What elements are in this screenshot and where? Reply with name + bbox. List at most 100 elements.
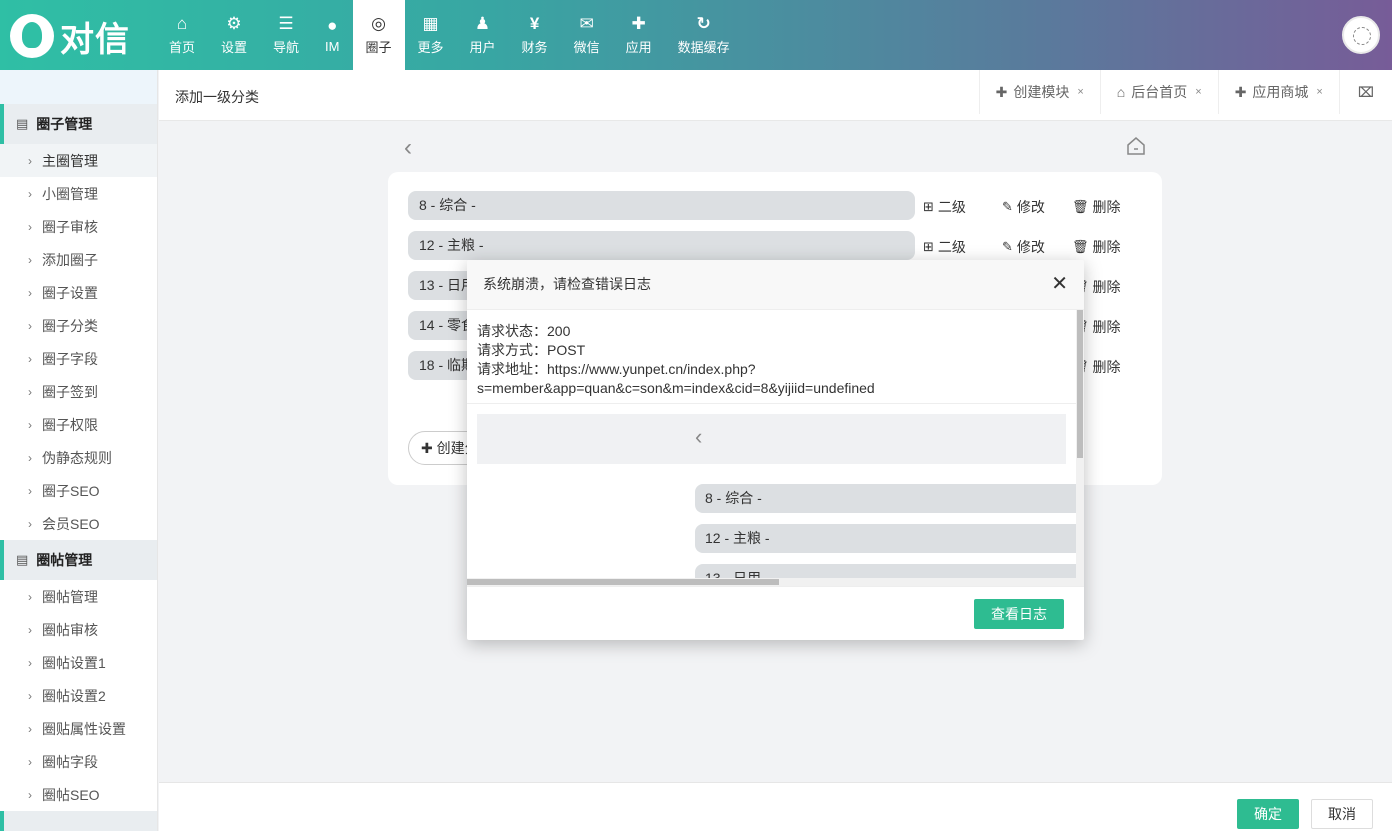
- book-icon: ▤: [16, 552, 29, 567]
- sidebar-item[interactable]: › 伪静态规则: [0, 441, 157, 474]
- nav-item-10[interactable]: ↻ 数据缓存: [665, 0, 743, 70]
- plus-icon: ✚: [421, 440, 433, 456]
- sidebar-item[interactable]: › 小圈管理: [0, 177, 157, 210]
- vertical-scroll-thumb[interactable]: [1077, 310, 1083, 458]
- sidebar-item-label: 圈子设置: [42, 284, 98, 301]
- sidebar-item[interactable]: › 圈子字段: [0, 342, 157, 375]
- comments-icon: ◎: [371, 14, 386, 33]
- tab-close-icon[interactable]: ×: [1077, 86, 1083, 98]
- tab-close-icon[interactable]: ×: [1316, 86, 1322, 98]
- brand-logo[interactable]: 对信: [10, 12, 130, 60]
- sidebar-item-label: 圈子SEO: [42, 482, 100, 499]
- request-status: 请求状态：200: [477, 323, 571, 339]
- sidebar-item[interactable]: › 圈帖字段: [0, 745, 157, 778]
- sidebar-group-1[interactable]: ▤ 圈帖管理: [0, 540, 157, 580]
- sidebar-item[interactable]: › 圈子审核: [0, 210, 157, 243]
- nav-item-5[interactable]: ▦ 更多: [405, 0, 457, 70]
- action-label: 删除: [1092, 319, 1121, 335]
- sidebar-item-label: 伪静态规则: [42, 449, 112, 466]
- nav-item-label: 应用: [625, 40, 652, 55]
- close-icon[interactable]: ✕: [1051, 260, 1068, 309]
- delete-button[interactable]: 🗑删除: [1072, 237, 1121, 257]
- sidebar-item[interactable]: › 添加圈子: [0, 243, 157, 276]
- add-sub-button[interactable]: ⊞二级: [923, 237, 966, 257]
- grid-icon: ▦: [422, 14, 439, 33]
- sidebar-group-0[interactable]: ▤ 圈子管理: [0, 104, 157, 144]
- top-navbar: 对信 ⌂ 首页 ⚙ 设置 ☰ 导航 ● IM ◎ 圈子 ▦ 更多 ♟ 用户 ¥ 财务 ✉ 微信 ✚ 应用 ↻ 数据缓存: [0, 0, 1392, 70]
- chevron-right-icon: ›: [28, 754, 32, 769]
- tab-close-icon[interactable]: ×: [1195, 86, 1201, 98]
- delete-button[interactable]: 🗑删除: [1072, 197, 1121, 217]
- home-icon: ⌂: [176, 14, 188, 33]
- add-sub-button[interactable]: ⊞二级: [923, 197, 966, 217]
- chevron-right-icon: ›: [28, 516, 32, 531]
- sidebar-item[interactable]: › 圈子权限: [0, 408, 157, 441]
- edit-button[interactable]: ✎修改: [1002, 197, 1045, 217]
- tab-label: 后台首页: [1131, 84, 1188, 100]
- category-label[interactable]: 12 - 主粮 -: [408, 231, 915, 260]
- tab-1[interactable]: ⌂ 后台首页 ×: [1099, 70, 1218, 114]
- chevron-right-icon: ›: [28, 787, 32, 802]
- sidebar-item[interactable]: › 圈帖审核: [0, 613, 157, 646]
- sidebar-item-label: 圈帖审核: [42, 621, 98, 638]
- embedded-category-row[interactable]: 12 - 主粮 -: [695, 524, 1084, 553]
- nav-item-0[interactable]: ⌂ 首页: [156, 0, 208, 70]
- user-icon: ♟: [474, 14, 491, 33]
- nav-item-9[interactable]: ✚ 应用: [613, 0, 665, 70]
- horizontal-scrollbar[interactable]: [467, 578, 1076, 586]
- action-label: 二级: [937, 199, 966, 215]
- nav-item-8[interactable]: ✉ 微信: [561, 0, 613, 70]
- confirm-button[interactable]: 确定: [1237, 799, 1299, 829]
- vertical-scrollbar[interactable]: [1076, 310, 1084, 586]
- dialog-body[interactable]: 请求状态：200 请求方式：POST 请求地址：https://www.yunp…: [467, 310, 1084, 586]
- avatar[interactable]: [1342, 16, 1380, 54]
- sidebar-item-label: 圈帖字段: [42, 753, 98, 770]
- nav-item-3[interactable]: ● IM: [312, 0, 352, 70]
- chevron-right-icon: ›: [28, 285, 32, 300]
- refresh-icon: ↻: [696, 14, 711, 33]
- sidebar-item[interactable]: › 圈贴属性设置: [0, 712, 157, 745]
- sidebar-item-label: 圈帖设置2: [42, 687, 106, 704]
- edit-button[interactable]: ✎修改: [1002, 237, 1045, 257]
- sidebar-item[interactable]: › 圈帖管理: [0, 580, 157, 613]
- sidebar-item-label: 圈贴属性设置: [42, 720, 126, 737]
- nav-item-label: 更多: [417, 40, 444, 55]
- sidebar-item[interactable]: › 圈子设置: [0, 276, 157, 309]
- sidebar-item[interactable]: › 主圈管理: [0, 144, 157, 177]
- embedded-back-chevron-icon[interactable]: ‹: [695, 424, 702, 450]
- back-chevron-icon[interactable]: ‹: [404, 134, 412, 162]
- sidebar-item[interactable]: › 圈帖设置1: [0, 646, 157, 679]
- sidebar-item[interactable]: › 圈子分类: [0, 309, 157, 342]
- sidebar-group-partial[interactable]: [0, 811, 157, 831]
- dialog-footer: 查看日志: [467, 586, 1084, 640]
- nav-item-4[interactable]: ◎ 圈子: [352, 0, 405, 70]
- sidebar-item[interactable]: › 圈子SEO: [0, 474, 157, 507]
- chevron-right-icon: ›: [28, 622, 32, 637]
- nav-item-1[interactable]: ⚙ 设置: [208, 0, 260, 70]
- edit-icon: ✎: [1002, 199, 1013, 214]
- sidebar-item[interactable]: › 会员SEO: [0, 507, 157, 540]
- embedded-category-row[interactable]: 8 - 综合 -: [695, 484, 1084, 513]
- nav-item-label: 财务: [521, 40, 548, 55]
- action-label: 修改: [1016, 199, 1045, 215]
- view-log-button[interactable]: 查看日志: [974, 599, 1064, 629]
- sidebar-item[interactable]: › 圈帖设置2: [0, 679, 157, 712]
- nav-item-7[interactable]: ¥ 财务: [509, 0, 561, 70]
- nav-item-label: 圈子: [365, 40, 392, 55]
- home-outline-icon[interactable]: [1126, 136, 1146, 156]
- chevron-right-icon: ›: [28, 589, 32, 604]
- sidebar-item[interactable]: › 圈帖SEO: [0, 778, 157, 811]
- close-all-tabs-icon[interactable]: ⌧: [1338, 70, 1392, 114]
- tab-2[interactable]: ✚ 应用商城 ×: [1217, 70, 1339, 114]
- horizontal-scroll-thumb[interactable]: [467, 579, 779, 585]
- nav-item-label: IM: [325, 39, 340, 54]
- category-label[interactable]: 8 - 综合 -: [408, 191, 915, 220]
- nav-item-6[interactable]: ♟ 用户: [457, 0, 509, 70]
- cancel-button[interactable]: 取消: [1311, 799, 1373, 829]
- tab-label: 应用商城: [1252, 84, 1309, 100]
- tab-0[interactable]: ✚ 创建模块 ×: [978, 70, 1100, 114]
- sidebar-item[interactable]: › 圈子签到: [0, 375, 157, 408]
- sidebar-item-label: 会员SEO: [42, 515, 100, 532]
- request-info: 请求状态：200 请求方式：POST 请求地址：https://www.yunp…: [467, 310, 1084, 404]
- nav-item-2[interactable]: ☰ 导航: [260, 0, 312, 70]
